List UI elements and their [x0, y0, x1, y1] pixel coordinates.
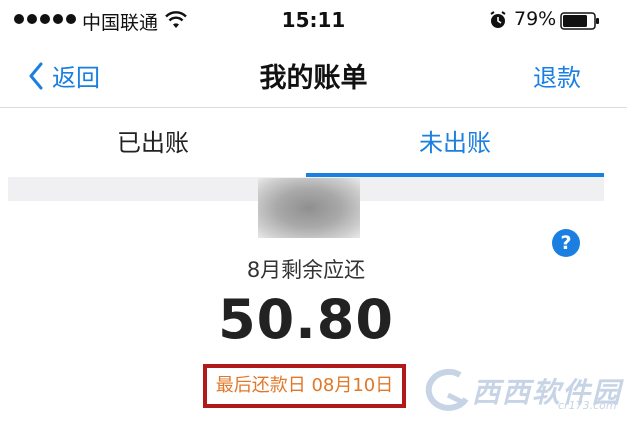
battery-percent: 79% — [514, 8, 557, 30]
remaining-due-label: 8月剩余应还 — [246, 258, 366, 282]
tab-billed[interactable]: 已出账 — [0, 109, 306, 177]
tab-unbilled[interactable]: 未出账 — [306, 109, 604, 177]
bill-tabs: 已出账 未出账 — [0, 109, 627, 177]
watermark-logo-icon — [425, 368, 469, 411]
due-date-text: 最后还款日 08月10日 — [215, 375, 394, 396]
watermark-url: cr173.com — [558, 399, 617, 412]
battery-icon — [560, 12, 599, 30]
refund-button[interactable]: 退款 — [533, 58, 581, 93]
bill-screen: 中国联通 15:11 79% 返回 我的账单 退款 已出账 未出账 ? 8月剩余… — [0, 0, 627, 421]
alarm-clock-icon — [490, 11, 506, 28]
site-watermark: 西西软件园 cr173.com — [420, 365, 625, 415]
due-date-highlight: 最后还款日 08月10日 — [203, 364, 406, 408]
help-icon[interactable]: ? — [552, 229, 580, 257]
navigation-bar: 返回 我的账单 退款 — [0, 40, 627, 108]
status-bar: 中国联通 15:11 79% — [0, 0, 627, 40]
blurred-avatar — [258, 178, 360, 238]
amount-due: 50.80 — [218, 288, 394, 351]
